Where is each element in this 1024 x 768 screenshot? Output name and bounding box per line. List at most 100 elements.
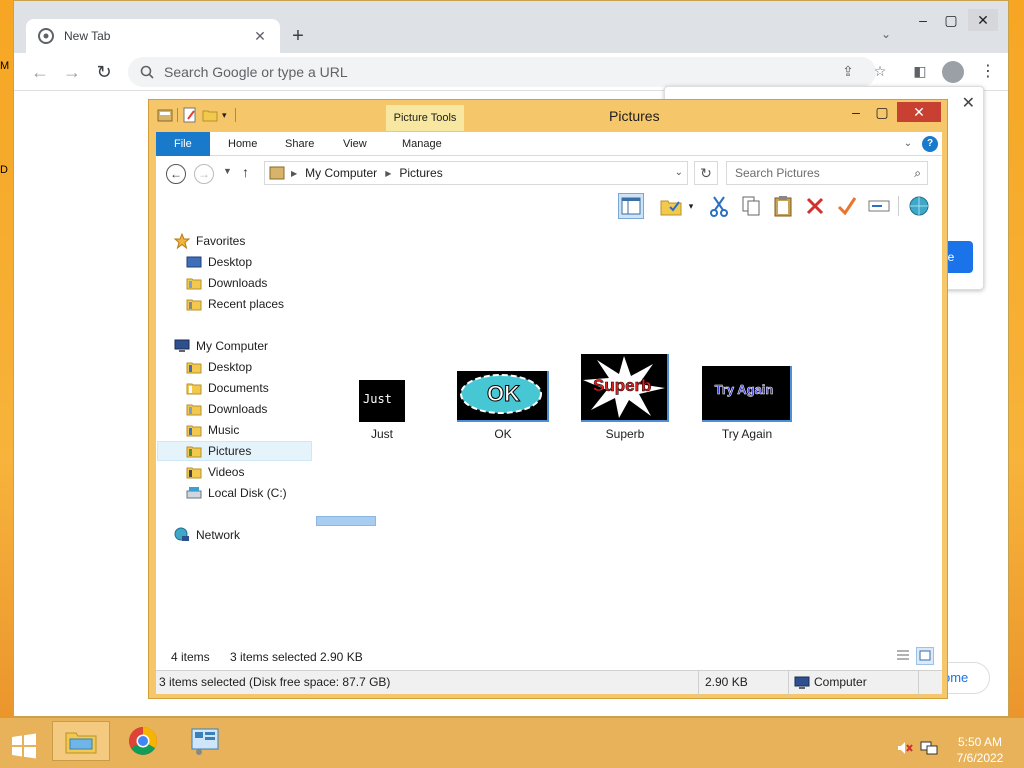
- tab-manage[interactable]: Manage: [392, 132, 452, 156]
- explorer-maximize-button[interactable]: ▢: [869, 102, 895, 122]
- nav-computer-local-disk[interactable]: Local Disk (C:): [186, 483, 287, 503]
- tab-share[interactable]: Share: [275, 132, 324, 156]
- breadcrumb-my-computer[interactable]: My Computer: [305, 166, 377, 180]
- profile-avatar-icon[interactable]: [942, 61, 964, 83]
- large-icons-view-icon[interactable]: [916, 647, 934, 665]
- side-panel-icon[interactable]: ◧: [910, 63, 930, 81]
- share-icon[interactable]: ⇪: [838, 63, 858, 81]
- taskbar-chrome[interactable]: [114, 721, 172, 761]
- up-arrow-icon[interactable]: ↑: [242, 164, 249, 180]
- status-divider: [698, 671, 699, 695]
- command-bar: ▾: [156, 190, 942, 222]
- tab-view[interactable]: View: [333, 132, 377, 156]
- cut-scissors-icon[interactable]: [706, 193, 732, 219]
- file-item-superb[interactable]: Superb Superb: [581, 354, 669, 441]
- address-history-chevron-icon[interactable]: ⌄: [675, 167, 683, 178]
- thumbnail-text: Superb: [593, 376, 652, 396]
- downloads-folder-icon: [186, 404, 202, 416]
- thumbnail-ok: OK: [457, 371, 549, 422]
- taskbar-clock[interactable]: 5:50 AM 7/6/2022: [950, 734, 1010, 766]
- nav-favorites-desktop[interactable]: Desktop: [186, 252, 252, 272]
- chrome-browser-icon: [129, 727, 157, 755]
- omnibox[interactable]: Search Google or type a URL: [128, 57, 876, 87]
- refresh-icon[interactable]: ↻: [694, 161, 718, 185]
- nav-my-computer[interactable]: My Computer: [174, 336, 268, 356]
- nav-computer-downloads[interactable]: Downloads: [186, 399, 267, 419]
- explorer-close-button[interactable]: ✕: [897, 102, 941, 122]
- nav-computer-desktop[interactable]: Desktop: [186, 357, 252, 377]
- clock-date: 7/6/2022: [956, 751, 1004, 765]
- back-arrow-icon[interactable]: ←: [28, 61, 52, 83]
- nav-computer-documents[interactable]: Documents: [186, 378, 269, 398]
- details-view-icon[interactable]: [894, 647, 912, 665]
- nav-computer-pictures[interactable]: Pictures: [157, 441, 312, 461]
- help-icon[interactable]: ?: [922, 136, 938, 152]
- speaker-muted-icon[interactable]: [896, 740, 914, 756]
- popup-close-icon[interactable]: ✕: [962, 93, 975, 113]
- thumbnail-try-again: Try Again: [702, 366, 792, 422]
- chrome-menu-icon[interactable]: ⋮: [976, 59, 1000, 85]
- status-divider: [788, 671, 789, 695]
- nav-computer-videos[interactable]: Videos: [186, 462, 244, 482]
- delete-x-icon[interactable]: [802, 193, 828, 219]
- file-item-ok[interactable]: OK OK: [457, 371, 549, 441]
- search-input[interactable]: Search Pictures ⌕: [726, 161, 928, 185]
- nav-label: Local Disk (C:): [208, 486, 287, 500]
- computer-icon: [794, 676, 810, 689]
- taskbar-control-panel[interactable]: [176, 721, 234, 761]
- chrome-tab-new-tab[interactable]: New Tab ✕: [26, 19, 280, 53]
- file-item-try-again[interactable]: Try Again Try Again: [702, 366, 792, 441]
- paste-clipboard-icon[interactable]: [770, 193, 796, 219]
- qat-dropdown-icon[interactable]: ▾: [222, 110, 227, 121]
- folder-options-dropdown-icon[interactable]: ▾: [684, 193, 698, 219]
- forward-arrow-icon[interactable]: →: [60, 61, 84, 83]
- picture-tools-context-label: Picture Tools: [386, 105, 464, 131]
- search-icon: [140, 65, 154, 79]
- chrome-minimize-button[interactable]: –: [908, 9, 938, 31]
- close-tab-icon[interactable]: ✕: [252, 28, 268, 44]
- tab-home[interactable]: Home: [218, 132, 267, 156]
- explorer-title-bar[interactable]: ▾ Picture Tools Pictures – ▢ ✕: [149, 100, 947, 132]
- breadcrumb-separator-icon[interactable]: ▶: [291, 169, 297, 178]
- forward-button-icon[interactable]: →: [194, 164, 214, 184]
- chrome-maximize-button[interactable]: ▢: [936, 9, 966, 31]
- back-button-icon[interactable]: ←: [166, 164, 186, 184]
- taskbar-file-explorer[interactable]: [52, 721, 110, 761]
- navigation-pane: Favorites Desktop Downloads Recent place…: [156, 222, 316, 644]
- breadcrumb-pictures[interactable]: Pictures: [399, 166, 442, 180]
- network-tray-icon[interactable]: [920, 740, 938, 756]
- nav-label: Network: [196, 528, 241, 542]
- new-tab-button[interactable]: +: [286, 25, 310, 49]
- nav-label: Videos: [208, 465, 245, 479]
- shell-globe-icon[interactable]: [906, 193, 932, 219]
- new-folder-icon[interactable]: [202, 107, 218, 123]
- explorer-app-icon[interactable]: [157, 107, 173, 123]
- checkmark-icon[interactable]: [834, 193, 860, 219]
- file-item-just[interactable]: Just Just: [352, 380, 412, 441]
- copy-icon[interactable]: [738, 193, 764, 219]
- reload-icon[interactable]: ↻: [92, 61, 116, 83]
- properties-icon[interactable]: [182, 107, 198, 123]
- expand-ribbon-chevron-icon[interactable]: ⌄: [900, 136, 916, 152]
- folder-properties-icon[interactable]: [658, 193, 684, 219]
- nav-favorites-recent-places[interactable]: Recent places: [186, 294, 284, 314]
- preview-pane-icon[interactable]: [618, 193, 644, 219]
- windows-start-icon[interactable]: [10, 732, 38, 760]
- nav-computer-music[interactable]: Music: [186, 420, 239, 440]
- explorer-minimize-button[interactable]: –: [843, 102, 869, 122]
- nav-favorites-downloads[interactable]: Downloads: [186, 273, 267, 293]
- breadcrumb-separator-icon[interactable]: ▶: [385, 169, 391, 178]
- desktop-folder-icon: [186, 362, 202, 374]
- nav-favorites[interactable]: Favorites: [174, 231, 245, 251]
- nav-network[interactable]: Network: [174, 525, 240, 545]
- rename-icon[interactable]: [866, 193, 892, 219]
- tab-file[interactable]: File: [156, 132, 210, 156]
- network-icon: [174, 527, 189, 541]
- bookmark-star-icon[interactable]: ☆: [870, 63, 890, 81]
- chrome-tab-title: New Tab: [64, 29, 111, 43]
- chrome-close-button[interactable]: ✕: [968, 9, 998, 31]
- address-bar[interactable]: ▶ My Computer ▶ Pictures ⌄: [264, 161, 688, 185]
- tab-search-chevron-icon[interactable]: ⌄: [876, 27, 896, 47]
- file-name: Try Again: [721, 427, 773, 441]
- recent-locations-chevron-icon[interactable]: ▼: [223, 166, 232, 176]
